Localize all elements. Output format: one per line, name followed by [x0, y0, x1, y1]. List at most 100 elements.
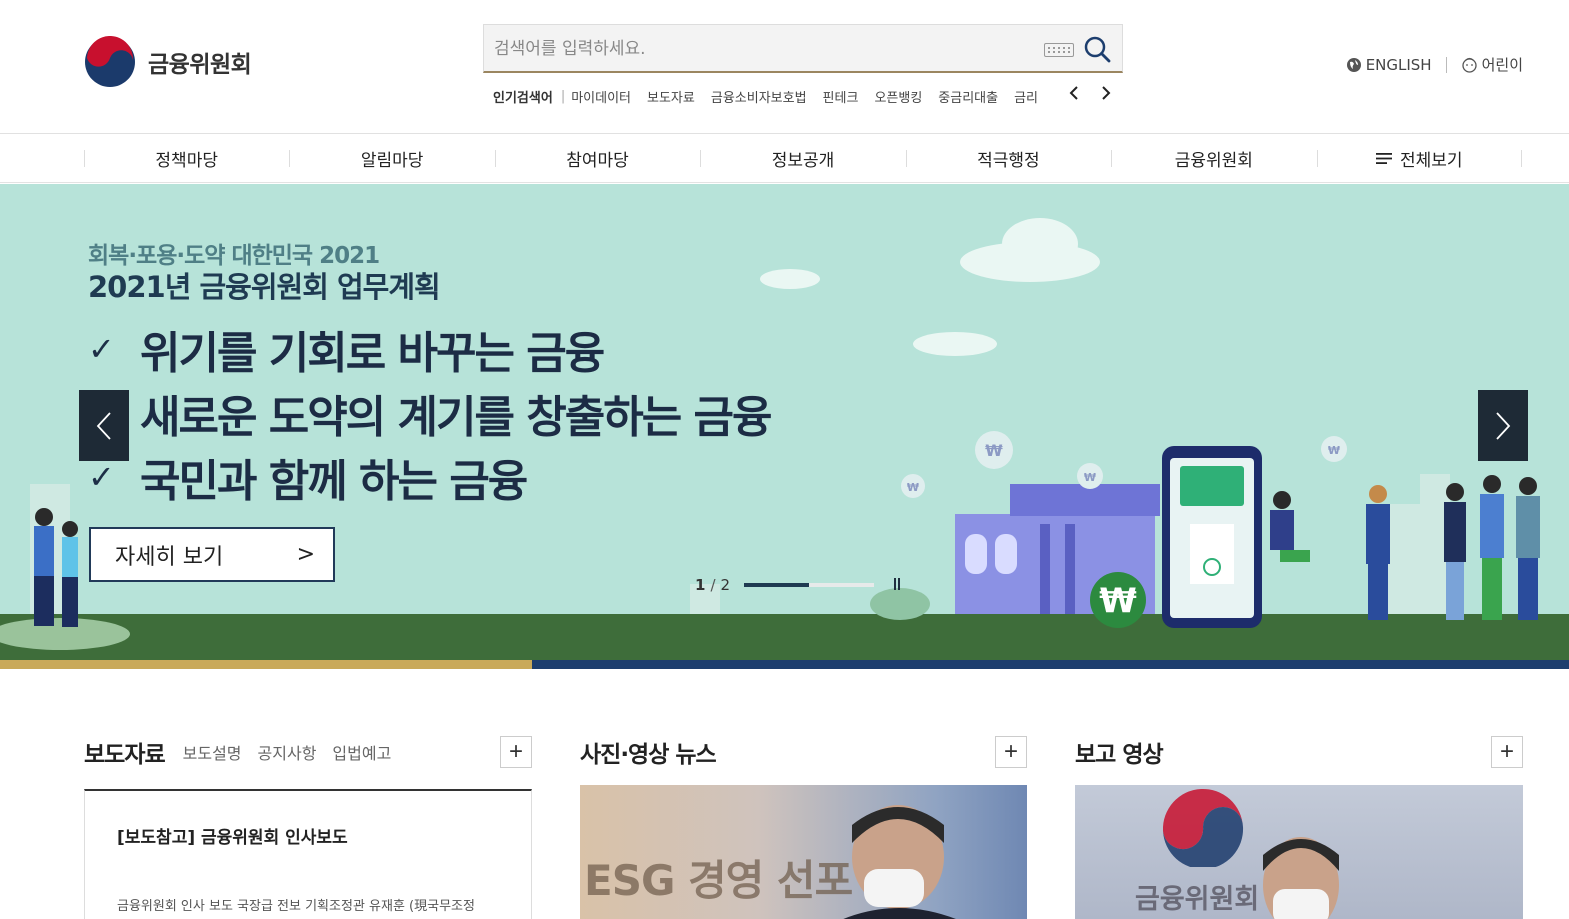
main-navigation: 정책마당 알림마당 참여마당 정보공개 적극행정 금융위원회 전체보기 — [0, 134, 1569, 183]
kids-face-icon — [1461, 57, 1477, 73]
press-section-title[interactable]: 보도자료 — [84, 735, 166, 769]
popular-keyword[interactable]: 오픈뱅킹 — [874, 87, 922, 106]
taegeuk-logo-icon — [85, 36, 135, 87]
search-icon — [1084, 36, 1111, 63]
banner-title: 2021년 금융위원회 업무계획 — [88, 270, 441, 304]
photo-section-header: 사진·영상 뉴스 + — [580, 732, 1027, 772]
photo-section: 사진·영상 뉴스 + — [580, 732, 1027, 772]
util-divider — [1445, 56, 1447, 73]
arrow-right-icon: > — [296, 542, 315, 567]
photo-news-thumbnail[interactable]: ESG 경영 선포 — [580, 785, 1027, 919]
banner-point-text: 새로운 도약의 계기를 창출하는 금융 — [140, 392, 772, 443]
banner-point: ✓ 국민과 함께 하는 금융 — [88, 445, 528, 509]
video-section: 보고 영상 + — [1075, 732, 1523, 772]
kids-label: 어린이 — [1481, 56, 1523, 74]
press-section-header: 보도자료 보도설명 공지사항 입법예고 + — [84, 732, 532, 772]
pager-progress-fill — [744, 583, 810, 587]
gnb-item-proactive-admin[interactable]: 적극행정 — [905, 134, 1111, 183]
virtual-keyboard-icon[interactable] — [1044, 43, 1074, 57]
gnb-item-disclosure[interactable]: 정보공개 — [700, 134, 905, 183]
press-section: 보도자료 보도설명 공지사항 입법예고 + — [84, 732, 532, 772]
popular-prev-button[interactable] — [1065, 84, 1083, 106]
header: 금융위원회 인기검색어 | 마이데이터 보도자료 금융소비자보호법 핀테크 오픈… — [0, 0, 1569, 134]
svg-text:₩: ₩ — [985, 441, 1003, 460]
banner-prev-button[interactable] — [79, 390, 129, 461]
popular-keyword[interactable]: 마이데이터 — [571, 87, 631, 106]
english-label: ENGLISH — [1365, 55, 1432, 74]
english-link[interactable]: ENGLISH — [1346, 56, 1432, 74]
checkmark-icon: ✓ — [88, 330, 115, 368]
sitemap-label: 전체보기 — [1399, 151, 1463, 171]
popular-keyword[interactable]: 중금리대출 — [938, 87, 998, 106]
pager-total: 2 — [720, 576, 731, 594]
popular-list: 마이데이터 보도자료 금융소비자보호법 핀테크 오픈뱅킹 중금리대출 금리 — [571, 87, 1061, 106]
news-item-title[interactable]: [보도참고] 금융위원회 인사보도 — [117, 823, 348, 848]
pause-icon — [894, 578, 897, 590]
photo-more-button[interactable]: + — [995, 736, 1027, 768]
banner-point-text: 위기를 기회로 바꾸는 금융 — [140, 328, 605, 379]
popular-keyword[interactable]: 핀테크 — [823, 87, 859, 106]
svg-text:₩: ₩ — [907, 481, 919, 494]
press-more-button[interactable]: + — [500, 736, 532, 768]
gnb-item-policy[interactable]: 정책마당 — [84, 134, 289, 183]
video-section-header: 보고 영상 + — [1075, 732, 1523, 772]
detail-button-label: 자세히 보기 — [115, 544, 224, 570]
checkmark-icon: ✓ — [88, 458, 115, 496]
popular-keyword[interactable]: 금리 — [1014, 87, 1038, 106]
detail-button[interactable]: 자세히 보기 > — [89, 527, 335, 582]
banner-next-button[interactable] — [1478, 390, 1528, 461]
logo[interactable]: 금융위원회 — [83, 36, 252, 88]
video-more-button[interactable]: + — [1491, 736, 1523, 768]
search-input[interactable] — [494, 35, 1034, 63]
gnb-item-sitemap[interactable]: 전체보기 — [1316, 134, 1523, 183]
photo-section-title[interactable]: 사진·영상 뉴스 — [580, 735, 717, 769]
chevron-right-icon — [1496, 411, 1511, 440]
logo-text: 금융위원회 — [148, 52, 252, 78]
main-banner: ₩ ₩ ₩ ₩ ₩ 회복·포용·도약 대한민국 2021 2021년 금융위원회… — [0, 184, 1569, 669]
globe-icon — [1346, 57, 1361, 72]
gnb-list: 정책마당 알림마당 참여마당 정보공개 적극행정 금융위원회 전체보기 — [84, 134, 1523, 183]
press-tabs: 보도설명 공지사항 입법예고 — [183, 740, 392, 764]
search-box — [483, 24, 1123, 73]
chevron-left-icon — [1069, 85, 1078, 100]
pager-current: 1 — [695, 576, 706, 594]
news-item-desc[interactable]: 금융위원회 인사 보도 국장급 전보 기획조정관 유재훈 (現국무조정 — [117, 895, 507, 914]
svg-text:₩: ₩ — [1084, 471, 1096, 484]
banner-stripe-navy — [532, 660, 1569, 669]
popular-keyword[interactable]: 금융소비자보호법 — [711, 87, 807, 106]
pager-progress-bar — [744, 583, 875, 587]
gnb-item-news[interactable]: 알림마당 — [289, 134, 494, 183]
popular-keywords: 인기검색어 | 마이데이터 보도자료 금융소비자보호법 핀테크 오픈뱅킹 중금리… — [493, 84, 1123, 106]
tab-explanation[interactable]: 보도설명 — [183, 740, 242, 764]
tab-legislation[interactable]: 입법예고 — [332, 740, 391, 764]
menu-icon — [1375, 153, 1392, 164]
press-news-box: [보도참고] 금융위원회 인사보도 금융위원회 인사 보도 국장급 전보 기획조… — [84, 789, 532, 919]
gnb-item-participation[interactable]: 참여마당 — [494, 134, 700, 183]
video-section-title[interactable]: 보고 영상 — [1075, 735, 1164, 769]
person-photo — [843, 805, 956, 919]
chevron-left-icon — [96, 411, 111, 440]
page: 금융위원회 인기검색어 | 마이데이터 보도자료 금융소비자보호법 핀테크 오픈… — [0, 0, 1569, 919]
popular-next-button[interactable] — [1097, 84, 1115, 106]
tab-notice[interactable]: 공지사항 — [258, 740, 317, 764]
banner-point: ✓ 위기를 기회로 바꾸는 금융 — [88, 317, 605, 381]
banner-point-text: 국민과 함께 하는 금융 — [140, 456, 528, 507]
chevron-right-icon — [1102, 85, 1111, 100]
utility-links: ENGLISH 어린이 — [1346, 54, 1523, 75]
banner-stripe-gold — [0, 660, 532, 669]
svg-text:₩: ₩ — [1328, 444, 1340, 457]
banner-pager: 1 / 2 — [695, 576, 906, 594]
popular-label: 인기검색어 — [493, 90, 553, 106]
search-button[interactable] — [1082, 35, 1112, 65]
pager-separator: / — [710, 576, 716, 594]
popular-keyword[interactable]: 보도자료 — [647, 87, 695, 106]
popular-separator: | — [560, 88, 566, 104]
pause-icon — [898, 578, 901, 590]
banner-point: ✓ 새로운 도약의 계기를 창출하는 금융 — [88, 381, 772, 445]
person-photo — [1263, 837, 1339, 919]
video-thumbnail[interactable]: 금융위원회 — [1075, 785, 1523, 919]
pause-button[interactable] — [894, 578, 906, 592]
svg-text:₩: ₩ — [1099, 581, 1137, 621]
kids-link[interactable]: 어린이 — [1461, 54, 1523, 75]
gnb-item-fsc[interactable]: 금융위원회 — [1111, 134, 1316, 183]
